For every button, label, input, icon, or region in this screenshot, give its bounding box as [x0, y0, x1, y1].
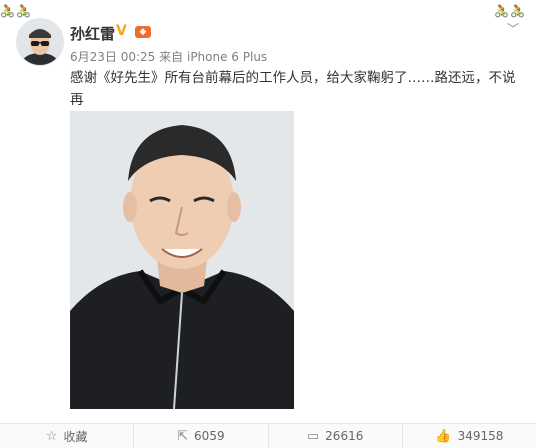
comment-button[interactable]: ▭ 26616 [269, 424, 403, 448]
post-date[interactable]: 6月23日 00:25 [70, 50, 155, 64]
post-text-line1: 感谢《好先生》所有台前幕后的工作人员，给大家鞠躬了……路还远，不说再 [70, 70, 516, 108]
decorative-cycling-icons-right: 🚴🚴 [494, 4, 526, 18]
verified-v-icon: V [116, 23, 127, 39]
weibo-post-card: 🚴🚴 🚴🚴 孙红雷 V ◆ ﹀ 6月23日 00:25 来自 iPhone 6 … [0, 0, 536, 448]
source-prefix: 来自 [159, 50, 184, 64]
post-meta: 6月23日 00:25 来自 iPhone 6 Plus [70, 48, 267, 65]
post-source[interactable]: iPhone 6 Plus [187, 50, 267, 64]
favorite-button[interactable]: ☆ 收藏 [0, 424, 135, 448]
author-name[interactable]: 孙红雷 [70, 23, 115, 44]
star-icon: ☆ [45, 428, 58, 444]
avatar-image [17, 19, 63, 65]
avatar[interactable] [16, 18, 64, 66]
decorative-cycling-icons: 🚴🚴 [0, 4, 32, 18]
repost-button[interactable]: ⇱ 6059 [134, 424, 269, 448]
chevron-down-icon[interactable]: ﹀ [506, 22, 520, 36]
like-count: 349158 [457, 429, 504, 443]
favorite-label: 收藏 [63, 429, 88, 444]
like-button[interactable]: 👍 349158 [403, 424, 536, 448]
action-bar: ☆ 收藏 ⇱ 6059 ▭ 26616 👍 349158 [0, 423, 536, 448]
thumbs-up-icon: 👍 [435, 428, 452, 444]
post-photo[interactable] [70, 111, 294, 409]
comment-count: 26616 [325, 429, 364, 443]
repost-icon: ⇱ [177, 428, 189, 444]
comment-icon: ▭ [306, 428, 320, 444]
vip-badge-icon[interactable]: ◆ [135, 26, 151, 38]
portrait-image [70, 111, 294, 409]
repost-count: 6059 [194, 429, 225, 443]
